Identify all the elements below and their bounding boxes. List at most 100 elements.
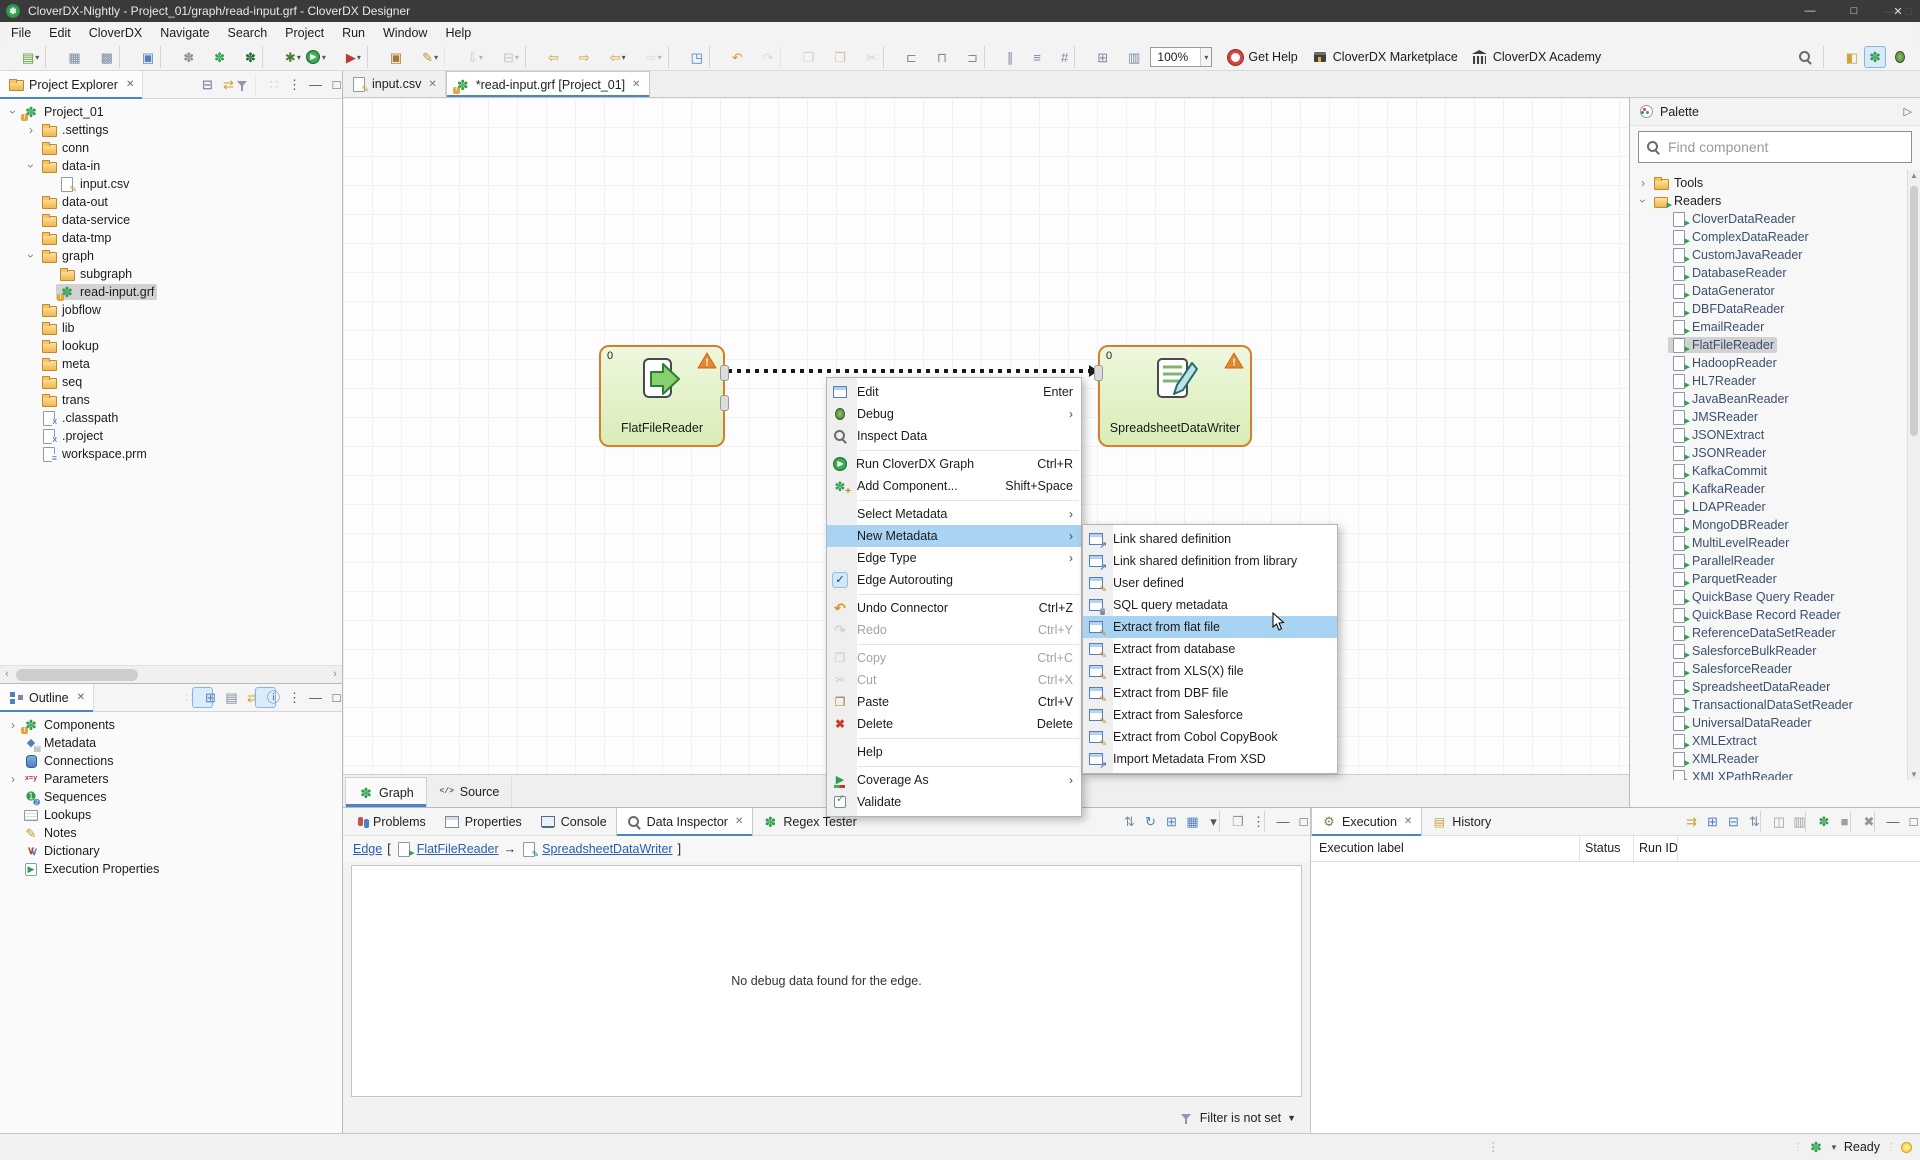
- palette-item[interactable]: Readers: [1630, 192, 1907, 210]
- context-menu-item[interactable]: New Metadata ›: [827, 525, 1081, 547]
- clover-server-button[interactable]: ✽: [160, 46, 196, 68]
- save-button[interactable]: ▦: [45, 46, 82, 68]
- explorer-tree-item[interactable]: lib: [0, 319, 342, 337]
- scrollbar-thumb[interactable]: [1910, 186, 1918, 436]
- debug-perspective-button[interactable]: [1890, 46, 1910, 68]
- context-menu-item[interactable]: Validate: [827, 791, 1081, 813]
- palette-item[interactable]: XMLExtract: [1630, 732, 1907, 750]
- collapse-palette-icon[interactable]: ▷: [1904, 105, 1912, 118]
- view-tab[interactable]: Properties: [435, 808, 531, 836]
- input-port[interactable]: [1094, 365, 1103, 381]
- menu-item[interactable]: Window: [374, 22, 436, 44]
- chevron-down-icon[interactable]: ▼: [1830, 1143, 1838, 1152]
- menu-item[interactable]: Edit: [40, 22, 80, 44]
- align-center-button[interactable]: ⊓: [919, 46, 949, 68]
- cut-button[interactable]: ✂: [848, 46, 879, 68]
- window-maximize-button[interactable]: □: [1832, 0, 1876, 22]
- outline-item[interactable]: Components: [0, 716, 342, 734]
- graph-source-tab[interactable]: Graph: [345, 777, 427, 807]
- filter-button[interactable]: [231, 74, 252, 95]
- minimize-button[interactable]: —: [297, 687, 318, 708]
- palette-item[interactable]: ParallelReader: [1630, 552, 1907, 570]
- palette-item[interactable]: SpreadsheetDataReader: [1630, 678, 1907, 696]
- explorer-tree-item[interactable]: jobflow: [0, 301, 342, 319]
- minimize-icon[interactable]: —: [1884, 6, 1895, 18]
- drag-handle-icon[interactable]: ⋮: [1487, 1139, 1501, 1154]
- import-project-button[interactable]: ✽: [227, 46, 258, 68]
- palette-item[interactable]: HL7Reader: [1630, 372, 1907, 390]
- submenu-item[interactable]: Extract from flat file: [1083, 616, 1337, 638]
- close-icon[interactable]: ✕: [126, 79, 134, 90]
- highlighter-button[interactable]: ✎ ▾: [404, 46, 440, 68]
- view-tab[interactable]: Problems: [343, 808, 435, 836]
- palette-item[interactable]: MultiLevelReader: [1630, 534, 1907, 552]
- outline-item[interactable]: Connections: [0, 752, 342, 770]
- submenu-item[interactable]: Extract from XLS(X) file: [1083, 660, 1337, 682]
- context-menu-item[interactable]: Select Metadata ›: [827, 503, 1081, 525]
- marketplace-button[interactable]: CloverDX Marketplace: [1305, 46, 1465, 68]
- explorer-tree-item[interactable]: .classpath: [0, 409, 342, 427]
- menu-item[interactable]: Navigate: [151, 22, 218, 44]
- find-component-input[interactable]: [1666, 138, 1876, 156]
- menu-item[interactable]: Run: [333, 22, 374, 44]
- sort-button[interactable]: ⇅: [1736, 811, 1757, 832]
- distribute-h-button[interactable]: ∥: [984, 46, 1016, 68]
- profile-run-button[interactable]: ▶ ▾: [328, 46, 363, 68]
- expander-icon[interactable]: [6, 718, 20, 732]
- explorer-tree-item[interactable]: data-tmp: [0, 229, 342, 247]
- explorer-tree-item[interactable]: .settings: [0, 121, 342, 139]
- palette-item[interactable]: DataGenerator: [1630, 282, 1907, 300]
- debug-graph-button[interactable]: ✱ ▾: [262, 46, 303, 68]
- palette-item[interactable]: QuickBase Query Reader: [1630, 588, 1907, 606]
- prev-marker-button[interactable]: ⇦: [525, 46, 561, 68]
- explorer-tree-item[interactable]: lookup: [0, 337, 342, 355]
- link-with-editor-button[interactable]: ⇄: [210, 74, 231, 95]
- view-options-button[interactable]: ▾: [1195, 811, 1216, 832]
- breadcrumb-to-link[interactable]: SpreadsheetDataWriter: [542, 842, 672, 856]
- report-button[interactable]: ▣: [119, 46, 156, 68]
- palette-item[interactable]: DatabaseReader: [1630, 264, 1907, 282]
- outline-item[interactable]: Sequences: [0, 788, 342, 806]
- redo-button[interactable]: ↷: [745, 46, 776, 68]
- menu-item[interactable]: Project: [276, 22, 333, 44]
- view-tab[interactable]: Execution ✕: [1311, 808, 1422, 836]
- run-graph-button[interactable]: ▾: [303, 46, 328, 68]
- expander-icon[interactable]: [6, 105, 20, 119]
- breadcrumb-from-link[interactable]: FlatFileReader: [417, 842, 499, 856]
- chevron-down-icon[interactable]: ▼: [1287, 1113, 1296, 1123]
- minimize-button[interactable]: —: [297, 74, 318, 95]
- clover-perspective-button[interactable]: [1864, 46, 1886, 68]
- scroll-up-icon[interactable]: ▲: [1908, 171, 1920, 180]
- explorer-tree-item[interactable]: .project: [0, 427, 342, 445]
- get-help-button[interactable]: Get Help: [1220, 46, 1304, 68]
- edge[interactable]: [728, 369, 1091, 373]
- filter-control[interactable]: Filter is not set ▼: [1178, 1110, 1296, 1126]
- close-icon[interactable]: ✕: [735, 816, 743, 827]
- submenu-item[interactable]: SQL query metadata: [1083, 594, 1337, 616]
- palette-item[interactable]: UniversalDataReader: [1630, 714, 1907, 732]
- context-menu-item[interactable]: Help: [827, 741, 1081, 763]
- minimize-button[interactable]: —: [1874, 811, 1895, 832]
- explorer-tree-item[interactable]: seq: [0, 373, 342, 391]
- outline-item[interactable]: Lookups: [0, 806, 342, 824]
- palette-item[interactable]: DBFDataReader: [1630, 300, 1907, 318]
- context-menu-item[interactable]: Edge Type ›: [827, 547, 1081, 569]
- expander-icon[interactable]: [24, 123, 38, 137]
- palette-item[interactable]: TransactionalDataSetReader: [1630, 696, 1907, 714]
- context-menu-item[interactable]: Undo Connector Ctrl+Z: [827, 597, 1081, 619]
- submenu-item[interactable]: Link shared definition: [1083, 528, 1337, 550]
- explorer-tree-item[interactable]: meta: [0, 355, 342, 373]
- pull-button[interactable]: ⇩ ▾: [444, 46, 485, 68]
- save-all-button[interactable]: ▩: [83, 46, 115, 68]
- zoom-dropdown-icon[interactable]: ▾: [1200, 48, 1211, 66]
- engine-status-icon[interactable]: [1808, 1139, 1824, 1155]
- column-run-id[interactable]: Run ID: [1639, 841, 1678, 855]
- search-button[interactable]: [1795, 46, 1815, 68]
- context-menu-item[interactable]: Edge Autorouting: [827, 569, 1081, 591]
- output-port[interactable]: [720, 365, 729, 381]
- submenu-item[interactable]: Extract from database: [1083, 638, 1337, 660]
- palette-item[interactable]: MongoDBReader: [1630, 516, 1907, 534]
- back-button[interactable]: ⇦ ▾: [592, 46, 628, 68]
- maximize-button[interactable]: □: [1285, 811, 1306, 832]
- tab-outline[interactable]: Outline ✕: [0, 684, 94, 712]
